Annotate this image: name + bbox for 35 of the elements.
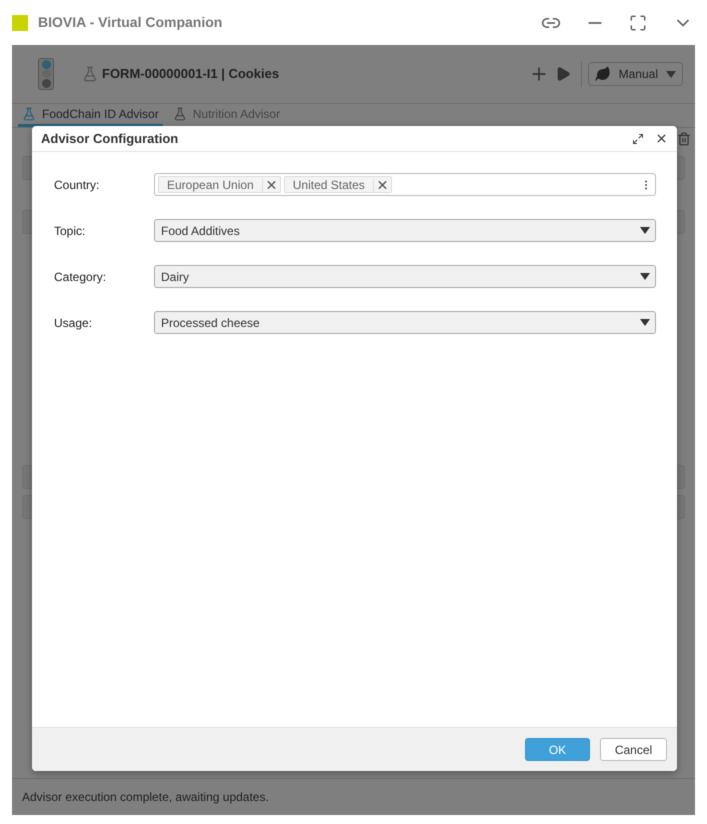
caret-icon (640, 319, 650, 326)
field-label: Country: (54, 176, 100, 194)
dropdown-field[interactable]: Food Additives (154, 219, 656, 242)
field-label: Topic: (54, 222, 86, 240)
field-label: Category: (54, 268, 108, 286)
caret-icon (666, 70, 676, 78)
beaker-icon (82, 66, 98, 82)
run-icon[interactable] (554, 66, 571, 82)
traffic-light-icon (38, 58, 54, 90)
window-title: BIOVIA - Virtual Companion (38, 13, 224, 32)
mode-dropdown[interactable]: Manual (588, 62, 683, 86)
dropdown-field[interactable]: Processed cheese (154, 311, 656, 334)
caret-icon (640, 273, 650, 280)
close-icon[interactable] (655, 132, 668, 145)
leaf-icon (594, 66, 611, 82)
cancel-button[interactable]: Cancel (600, 738, 667, 761)
expand-icon[interactable] (632, 132, 644, 144)
trash-icon[interactable] (677, 132, 691, 146)
dialog-title: Advisor Configuration (41, 130, 180, 148)
ok-button[interactable]: OK (525, 738, 590, 761)
app-logo-icon (12, 14, 28, 30)
dropdown-value: Processed cheese (161, 314, 260, 332)
tag-label: United States (292, 176, 366, 194)
dropdown-value: Food Additives (161, 222, 240, 240)
field-label: Usage: (54, 314, 94, 332)
beaker-icon (172, 106, 187, 120)
dropdown-field[interactable]: Dairy (154, 265, 656, 288)
dropdown-value: Dairy (161, 268, 190, 286)
status-message: Advisor execution complete, awaiting updates. (22, 789, 269, 806)
country-tags-field[interactable]: European Union United States (154, 173, 656, 196)
beaker-icon (22, 106, 36, 120)
caret-icon (640, 227, 650, 234)
formulation-title: FORM-00000001-I1 | Cookies (102, 65, 280, 84)
fullscreen-icon[interactable] (629, 14, 647, 32)
tag-label: European Union (166, 176, 255, 194)
